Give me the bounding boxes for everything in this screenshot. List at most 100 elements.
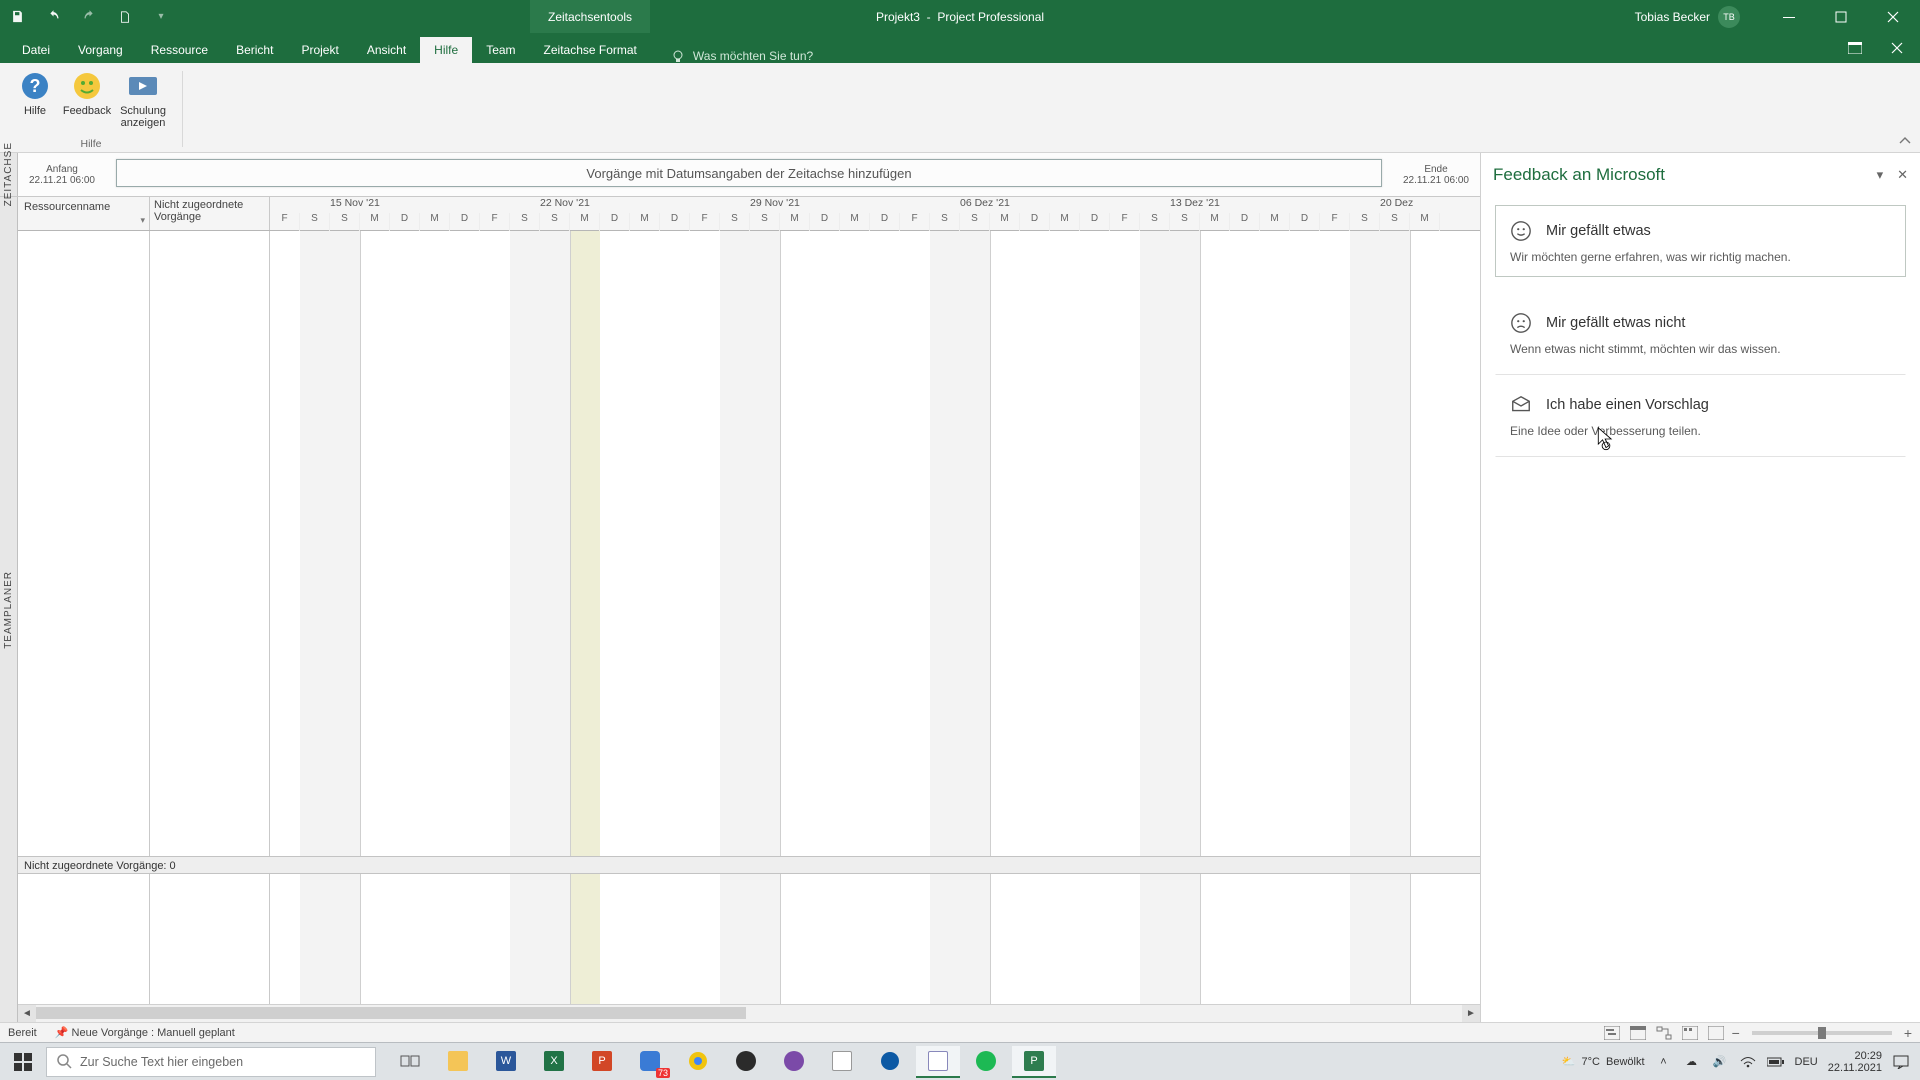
planner-bottom[interactable] (18, 874, 1480, 1004)
volume-icon[interactable]: 🔊 (1711, 1053, 1729, 1071)
column-unassigned[interactable]: Nicht zugeordnete Vorgänge (150, 197, 270, 230)
qat-customize-icon[interactable]: ▾ (150, 6, 172, 28)
tab-vorgang[interactable]: Vorgang (64, 37, 137, 63)
powerpoint-icon[interactable]: P (580, 1046, 624, 1078)
tray-expand-icon[interactable]: ˄ (1655, 1053, 1673, 1071)
tab-bericht[interactable]: Bericht (222, 37, 287, 63)
pane-options-icon[interactable]: ▾ (1877, 167, 1884, 183)
close-window-icon[interactable] (1880, 33, 1914, 63)
battery-icon[interactable] (1767, 1053, 1785, 1071)
day-label: S (960, 213, 990, 231)
view-network-icon[interactable] (1654, 1025, 1674, 1041)
chrome-icon[interactable] (676, 1046, 720, 1078)
tab-file[interactable]: Datei (8, 37, 64, 63)
collapse-ribbon-icon[interactable] (1898, 134, 1912, 148)
day-label: S (300, 213, 330, 231)
ribbon-display-options-icon[interactable] (1838, 33, 1872, 63)
tab-ansicht[interactable]: Ansicht (353, 37, 420, 63)
timeline-add-tasks[interactable]: Vorgänge mit Datumsangaben der Zeitachse… (116, 159, 1382, 187)
task-view-icon[interactable] (388, 1046, 432, 1078)
help-button[interactable]: ? Hilfe (11, 67, 59, 129)
scroll-left-icon[interactable]: ◄ (18, 1005, 36, 1022)
file-explorer-icon[interactable] (436, 1046, 480, 1078)
edge-legacy-icon[interactable]: 73 (628, 1046, 672, 1078)
view-calendar-icon[interactable] (1628, 1025, 1648, 1041)
obs-icon[interactable] (724, 1046, 768, 1078)
date-header: 15 Nov '2122 Nov '2129 Nov '2106 Dez '21… (270, 197, 1480, 230)
windows-taskbar: Zur Suche Text hier eingeben W X P 73 P … (0, 1042, 1920, 1080)
zoom-slider[interactable] (1752, 1031, 1892, 1035)
onedrive-icon[interactable]: ☁ (1683, 1053, 1701, 1071)
save-icon[interactable] (6, 6, 28, 28)
help-label: Hilfe (24, 105, 46, 117)
training-button[interactable]: Schulung anzeigen (115, 67, 171, 129)
unassigned-tasks-bar[interactable]: Nicht zugeordnete Vorgänge: 0 (18, 856, 1480, 874)
tell-me-search[interactable]: Was möchten Sie tun? (671, 49, 813, 63)
tab-format[interactable]: Zeitachse Format (530, 37, 651, 63)
language-indicator[interactable]: DEU (1795, 1056, 1818, 1068)
timeline-start: Anfang 22.11.21 06:00 (18, 153, 106, 196)
app-icon-1[interactable] (772, 1046, 816, 1078)
edge-icon[interactable] (868, 1046, 912, 1078)
view-report-icon[interactable] (1706, 1025, 1726, 1041)
planner-body[interactable] (18, 231, 1480, 856)
pane-close-icon[interactable]: ✕ (1897, 167, 1908, 183)
close-button[interactable] (1870, 0, 1916, 33)
zoom-in-icon[interactable]: + (1904, 1025, 1912, 1041)
week-label: 22 Nov '21 (540, 197, 590, 209)
day-label: D (660, 213, 690, 231)
feedback-pane: Feedback an Microsoft ▾ ✕ Mir gefällt et… (1480, 153, 1920, 1022)
tab-hilfe[interactable]: Hilfe (420, 37, 472, 63)
project-icon[interactable]: P (1012, 1046, 1056, 1078)
timeline-strip: ZEITACHSE Anfang 22.11.21 06:00 Vorgänge… (0, 153, 1480, 197)
notepad-icon[interactable] (916, 1046, 960, 1078)
tab-projekt[interactable]: Projekt (287, 37, 352, 63)
view-gantt-icon[interactable] (1602, 1025, 1622, 1041)
scrollbar-thumb[interactable] (36, 1007, 746, 1019)
horizontal-scrollbar[interactable]: ◄ ► (18, 1004, 1480, 1022)
start-button[interactable] (0, 1043, 46, 1080)
maximize-button[interactable] (1818, 0, 1864, 33)
redo-icon[interactable] (78, 6, 100, 28)
ribbon-tabs: Datei Vorgang Ressource Bericht Projekt … (0, 33, 1920, 63)
feedback-button[interactable]: Feedback (63, 67, 111, 129)
day-label: F (480, 213, 510, 231)
feedback-like-option[interactable]: Mir gefällt etwas Wir möchten gerne erfa… (1495, 205, 1906, 277)
day-label: M (840, 213, 870, 231)
word-icon[interactable]: W (484, 1046, 528, 1078)
user-account[interactable]: Tobias Becker TB (1635, 6, 1740, 28)
excel-icon[interactable]: X (532, 1046, 576, 1078)
taskbar-search[interactable]: Zur Suche Text hier eingeben (46, 1047, 376, 1077)
view-resource-icon[interactable] (1680, 1025, 1700, 1041)
planner-header: Ressourcenname▾ Nicht zugeordnete Vorgän… (18, 197, 1480, 231)
feedback-suggest-option[interactable]: Ich habe einen Vorschlag Eine Idee oder … (1495, 375, 1906, 457)
weather-widget[interactable]: ⛅ 7°C Bewölkt (1562, 1055, 1645, 1068)
day-label: M (1260, 213, 1290, 231)
day-label: D (1020, 213, 1050, 231)
status-new-tasks[interactable]: 📌 Neue Vorgänge : Manuell geplant (55, 1026, 235, 1039)
minimize-button[interactable] (1766, 0, 1812, 33)
feedback-icon (70, 69, 104, 103)
feedback-dislike-option[interactable]: Mir gefällt etwas nicht Wenn etwas nicht… (1495, 293, 1906, 375)
wifi-icon[interactable] (1739, 1053, 1757, 1071)
notifications-icon[interactable] (1892, 1053, 1910, 1071)
document-icon[interactable] (114, 6, 136, 28)
day-label: D (810, 213, 840, 231)
spotify-icon[interactable] (964, 1046, 1008, 1078)
teamplanner-vertical-label: TEAMPLANER (0, 197, 18, 1022)
chevron-down-icon[interactable]: ▾ (140, 215, 145, 226)
taskbar-clock[interactable]: 20:29 22.11.2021 (1828, 1050, 1882, 1074)
feedback-label: Feedback (63, 105, 111, 117)
tab-ressource[interactable]: Ressource (137, 37, 222, 63)
zoom-out-icon[interactable]: − (1732, 1025, 1740, 1041)
user-name: Tobias Becker (1635, 10, 1710, 24)
smile-icon (1510, 220, 1532, 242)
column-resource-name[interactable]: Ressourcenname▾ (18, 197, 150, 230)
undo-icon[interactable] (42, 6, 64, 28)
app-icon-2[interactable] (820, 1046, 864, 1078)
avatar: TB (1718, 6, 1740, 28)
week-label: 20 Dez (1380, 197, 1413, 209)
scroll-right-icon[interactable]: ► (1462, 1005, 1480, 1022)
tab-team[interactable]: Team (472, 37, 529, 63)
day-label: S (330, 213, 360, 231)
